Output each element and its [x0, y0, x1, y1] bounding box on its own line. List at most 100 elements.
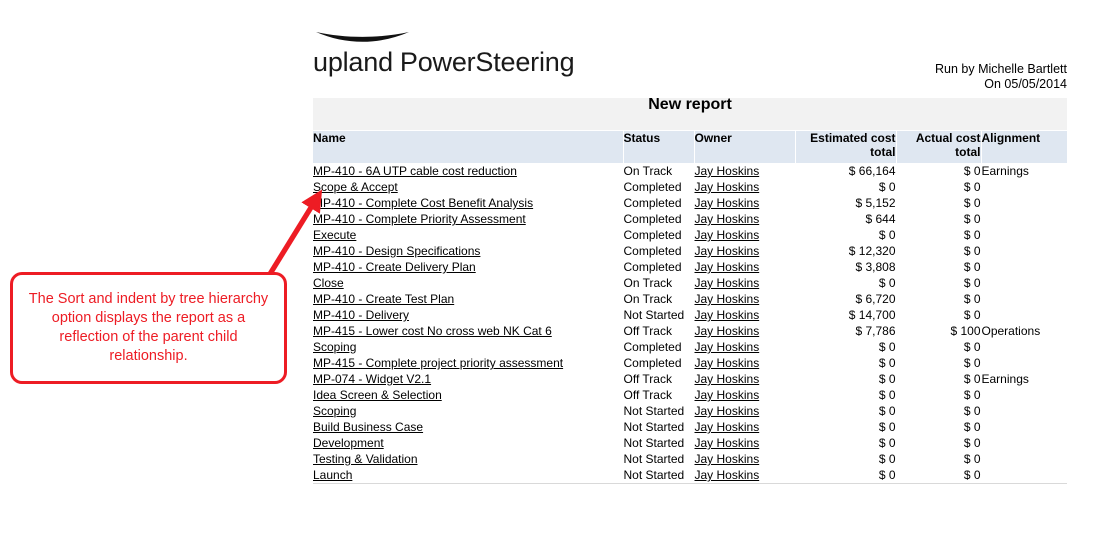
column-header-status[interactable]: Status	[623, 130, 695, 163]
row-owner-link[interactable]: Jay Hoskins	[695, 372, 760, 386]
row-owner-link[interactable]: Jay Hoskins	[695, 276, 760, 290]
cell-actual-cost: $ 0	[896, 163, 982, 179]
row-owner-link[interactable]: Jay Hoskins	[695, 292, 760, 306]
cell-actual-cost: $ 0	[896, 403, 982, 419]
row-owner-link[interactable]: Jay Hoskins	[695, 212, 760, 226]
cell-name: MP-415 - Lower cost No cross web NK Cat …	[313, 323, 624, 339]
row-owner-link[interactable]: Jay Hoskins	[695, 388, 760, 402]
report-title: New report	[313, 97, 1068, 131]
cell-owner: Jay Hoskins	[694, 371, 796, 387]
column-header-owner[interactable]: Owner	[694, 130, 796, 163]
row-name-link[interactable]: Scoping	[313, 404, 356, 418]
cell-actual-cost: $ 0	[896, 307, 982, 323]
cell-estimated-cost: $ 0	[795, 403, 897, 419]
row-name-link[interactable]: MP-074 - Widget V2.1	[313, 372, 431, 386]
cell-owner: Jay Hoskins	[694, 435, 796, 451]
cell-name: MP-074 - Widget V2.1	[313, 371, 624, 387]
cell-estimated-cost: $ 0	[795, 179, 897, 195]
table-row: Scope & Accept Completed Jay Hoskins $ 0 $ 0	[313, 179, 1068, 195]
cell-name: Close	[313, 275, 624, 291]
cell-status: Not Started	[623, 451, 695, 467]
cell-alignment	[981, 403, 1068, 419]
row-name-link[interactable]: MP-410 - Complete Cost Benefit Analysis	[313, 196, 533, 210]
column-header-actual-cost[interactable]: Actual cost total	[896, 130, 982, 163]
cell-status: Completed	[623, 227, 695, 243]
cell-actual-cost: $ 0	[896, 339, 982, 355]
row-name-link[interactable]: MP-410 - Create Test Plan	[313, 292, 454, 306]
row-owner-link[interactable]: Jay Hoskins	[695, 452, 760, 466]
table-row: MP-410 - Complete Priority Assessment Com…	[313, 211, 1068, 227]
cell-status: On Track	[623, 275, 695, 291]
cell-actual-cost: $ 0	[896, 467, 982, 484]
table-row: MP-410 - Delivery Not Started Jay Hoskins $…	[313, 307, 1068, 323]
cell-owner: Jay Hoskins	[694, 291, 796, 307]
row-name-link[interactable]: Scoping	[313, 340, 356, 354]
cell-alignment	[981, 435, 1068, 451]
row-name-link[interactable]: Build Business Case	[313, 420, 423, 434]
cell-actual-cost: $ 0	[896, 195, 982, 211]
cell-name: MP-415 - Complete project priority asses…	[313, 355, 624, 371]
row-name-link[interactable]: Testing & Validation	[313, 452, 418, 466]
row-name-link[interactable]: MP-410 - Design Specifications	[313, 244, 480, 258]
row-owner-link[interactable]: Jay Hoskins	[695, 196, 760, 210]
row-owner-link[interactable]: Jay Hoskins	[695, 404, 760, 418]
row-name-link[interactable]: Close	[313, 276, 344, 290]
table-row: MP-410 - Design Specifications Completed J…	[313, 243, 1068, 259]
cell-owner: Jay Hoskins	[694, 419, 796, 435]
row-owner-link[interactable]: Jay Hoskins	[695, 244, 760, 258]
cell-status: Off Track	[623, 371, 695, 387]
row-owner-link[interactable]: Jay Hoskins	[695, 228, 760, 242]
cell-status: Not Started	[623, 403, 695, 419]
row-owner-link[interactable]: Jay Hoskins	[695, 308, 760, 322]
cell-estimated-cost: $ 0	[795, 355, 897, 371]
upland-swoosh-icon	[316, 32, 409, 42]
row-owner-link[interactable]: Jay Hoskins	[695, 356, 760, 370]
row-name-link[interactable]: Scope & Accept	[313, 180, 398, 194]
run-on-text: On 05/05/2014	[984, 77, 1067, 91]
cell-status: On Track	[623, 291, 695, 307]
cell-alignment	[981, 467, 1068, 484]
row-name-link[interactable]: MP-410 - Delivery	[313, 308, 409, 322]
row-owner-link[interactable]: Jay Hoskins	[695, 420, 760, 434]
row-owner-link[interactable]: Jay Hoskins	[695, 260, 760, 274]
table-row: Scoping Not Started Jay Hoskins $ 0 $ 0	[313, 403, 1068, 419]
cell-alignment	[981, 387, 1068, 403]
row-name-link[interactable]: MP-415 - Complete project priority asses…	[313, 356, 563, 370]
table-row: Scoping Completed Jay Hoskins $ 0 $ 0	[313, 339, 1068, 355]
cell-owner: Jay Hoskins	[694, 403, 796, 419]
cell-status: On Track	[623, 163, 695, 179]
report-run-meta: Run by Michelle Bartlett On 05/05/2014	[935, 62, 1067, 92]
cell-name: Idea Screen & Selection	[313, 387, 624, 403]
row-name-link[interactable]: MP-415 - Lower cost No cross web NK Cat …	[313, 324, 552, 338]
row-owner-link[interactable]: Jay Hoskins	[695, 324, 760, 338]
cell-actual-cost: $ 0	[896, 435, 982, 451]
cell-owner: Jay Hoskins	[694, 195, 796, 211]
row-owner-link[interactable]: Jay Hoskins	[695, 436, 760, 450]
column-header-name[interactable]: Name	[313, 130, 624, 163]
report-table: New report Name Status Owner Estimated c…	[313, 97, 1068, 484]
cell-estimated-cost: $ 0	[795, 451, 897, 467]
row-name-link[interactable]: Execute	[313, 228, 356, 242]
row-name-link[interactable]: MP-410 - Create Delivery Plan	[313, 260, 476, 274]
row-name-link[interactable]: Idea Screen & Selection	[313, 388, 442, 402]
column-header-alignment[interactable]: Alignment	[981, 130, 1068, 163]
cell-status: Not Started	[623, 307, 695, 323]
cell-alignment	[981, 195, 1068, 211]
row-name-link[interactable]: MP-410 - Complete Priority Assessment	[313, 212, 526, 226]
row-name-link[interactable]: Development	[313, 436, 384, 450]
cell-alignment: Operations	[981, 323, 1068, 339]
row-owner-link[interactable]: Jay Hoskins	[695, 468, 760, 482]
cell-alignment: Earnings	[981, 163, 1068, 179]
table-row: MP-410 - Create Test Plan On Track Jay Hos…	[313, 291, 1068, 307]
cell-status: Not Started	[623, 467, 695, 484]
cell-alignment	[981, 259, 1068, 275]
row-owner-link[interactable]: Jay Hoskins	[695, 164, 760, 178]
row-owner-link[interactable]: Jay Hoskins	[695, 340, 760, 354]
column-header-estimated-cost[interactable]: Estimated cost total	[795, 130, 897, 163]
row-owner-link[interactable]: Jay Hoskins	[695, 180, 760, 194]
cell-actual-cost: $ 0	[896, 243, 982, 259]
row-name-link[interactable]: MP-410 - 6A UTP cable cost reduction	[313, 164, 517, 178]
table-row: Development Not Started Jay Hoskins $ 0 $ 0	[313, 435, 1068, 451]
cell-status: Completed	[623, 211, 695, 227]
row-name-link[interactable]: Launch	[313, 468, 352, 482]
